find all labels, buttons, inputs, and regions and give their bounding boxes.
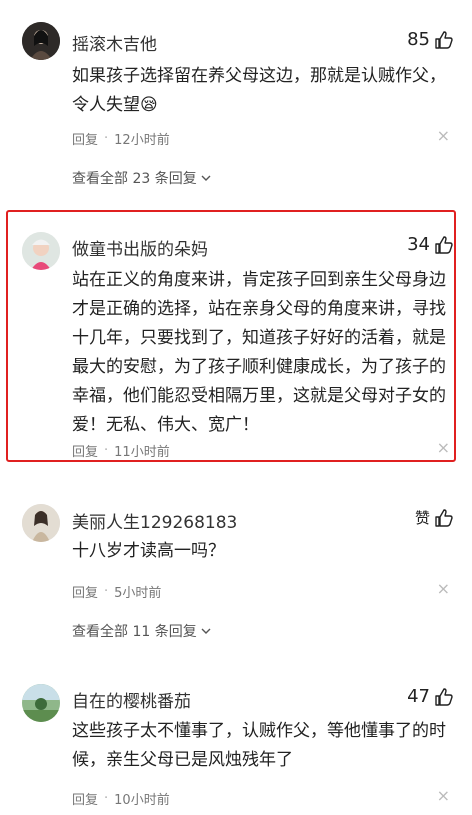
separator-dot: · bbox=[104, 443, 109, 458]
like-button[interactable]: 85 bbox=[407, 29, 454, 50]
chevron-down-icon bbox=[201, 628, 211, 634]
username[interactable]: 做童书出版的朵妈 bbox=[72, 235, 208, 260]
comment-meta: 回复 · 11小时前 bbox=[72, 441, 170, 460]
thumbs-up-icon bbox=[435, 30, 453, 49]
separator-dot: · bbox=[104, 584, 109, 599]
reply-button[interactable]: 回复 bbox=[72, 582, 98, 601]
close-icon[interactable]: × bbox=[437, 788, 450, 804]
like-count: 47 bbox=[407, 686, 430, 707]
like-button[interactable]: 47 bbox=[407, 686, 454, 707]
username[interactable]: 自在的樱桃番茄 bbox=[72, 687, 191, 712]
comment-meta: 回复 · 5小时前 bbox=[72, 582, 161, 601]
view-replies-label: 查看全部 23 条回复 bbox=[72, 171, 197, 187]
comment-meta: 回复 · 10小时前 bbox=[72, 789, 170, 808]
separator-dot: · bbox=[104, 791, 109, 806]
chevron-down-icon bbox=[201, 175, 211, 181]
comment-text: 十八岁才读高一吗？ bbox=[72, 541, 225, 561]
comment-text: 站在正义的角度来讲，肯定孩子回到亲生父母身边才是正确的选择，站在亲身父母的角度来… bbox=[72, 270, 446, 435]
comment-item: 自在的樱桃番茄 47 这些孩子太不懂事了，认贼作父，等他懂事了的时候，亲生父母已… bbox=[0, 672, 472, 815]
like-count: 赞 bbox=[414, 509, 430, 527]
comment-text: 这些孩子太不懂事了，认贼作父，等他懂事了的时候，亲生父母已是风烛残年了 bbox=[72, 721, 446, 770]
username[interactable]: 美丽人生129268183 bbox=[72, 508, 237, 533]
avatar[interactable] bbox=[22, 22, 60, 60]
comment-item: 美丽人生129268183 赞 十八岁才读高一吗？ 回复 · 5小时前 × 查看… bbox=[0, 490, 472, 650]
avatar[interactable] bbox=[22, 684, 60, 722]
comment-text: 如果孩子选择留在养父母这边，那就是认贼作父，令人失望😪 bbox=[72, 66, 446, 115]
avatar[interactable] bbox=[22, 504, 60, 542]
like-count: 34 bbox=[407, 234, 430, 255]
avatar[interactable] bbox=[22, 232, 60, 270]
view-replies-link[interactable]: 查看全部 11 条回复 bbox=[72, 621, 211, 641]
thumbs-up-icon bbox=[435, 508, 453, 527]
separator-dot: · bbox=[104, 131, 109, 146]
close-icon[interactable]: × bbox=[437, 128, 450, 144]
timestamp: 11小时前 bbox=[114, 445, 170, 460]
comment-meta: 回复 · 12小时前 bbox=[72, 129, 170, 148]
view-replies-label: 查看全部 11 条回复 bbox=[72, 624, 197, 640]
timestamp: 5小时前 bbox=[114, 586, 162, 601]
thumbs-up-icon bbox=[435, 235, 453, 254]
comment-item: 做童书出版的朵妈 34 站在正义的角度来讲，肯定孩子回到亲生父母身边才是正确的选… bbox=[0, 212, 472, 462]
thumbs-up-icon bbox=[435, 687, 453, 706]
like-button[interactable]: 34 bbox=[407, 234, 454, 255]
view-replies-link[interactable]: 查看全部 23 条回复 bbox=[72, 168, 211, 188]
username[interactable]: 摇滚木吉他 bbox=[72, 30, 157, 55]
timestamp: 10小时前 bbox=[114, 793, 170, 808]
close-icon[interactable]: × bbox=[437, 440, 450, 456]
like-count: 85 bbox=[407, 29, 430, 50]
timestamp: 12小时前 bbox=[114, 133, 170, 148]
reply-button[interactable]: 回复 bbox=[72, 129, 98, 148]
comment-item: 摇滚木吉他 85 如果孩子选择留在养父母这边，那就是认贼作父，令人失望😪 回复 … bbox=[0, 0, 472, 200]
close-icon[interactable]: × bbox=[437, 581, 450, 597]
reply-button[interactable]: 回复 bbox=[72, 441, 98, 460]
reply-button[interactable]: 回复 bbox=[72, 789, 98, 808]
like-button[interactable]: 赞 bbox=[415, 507, 454, 528]
